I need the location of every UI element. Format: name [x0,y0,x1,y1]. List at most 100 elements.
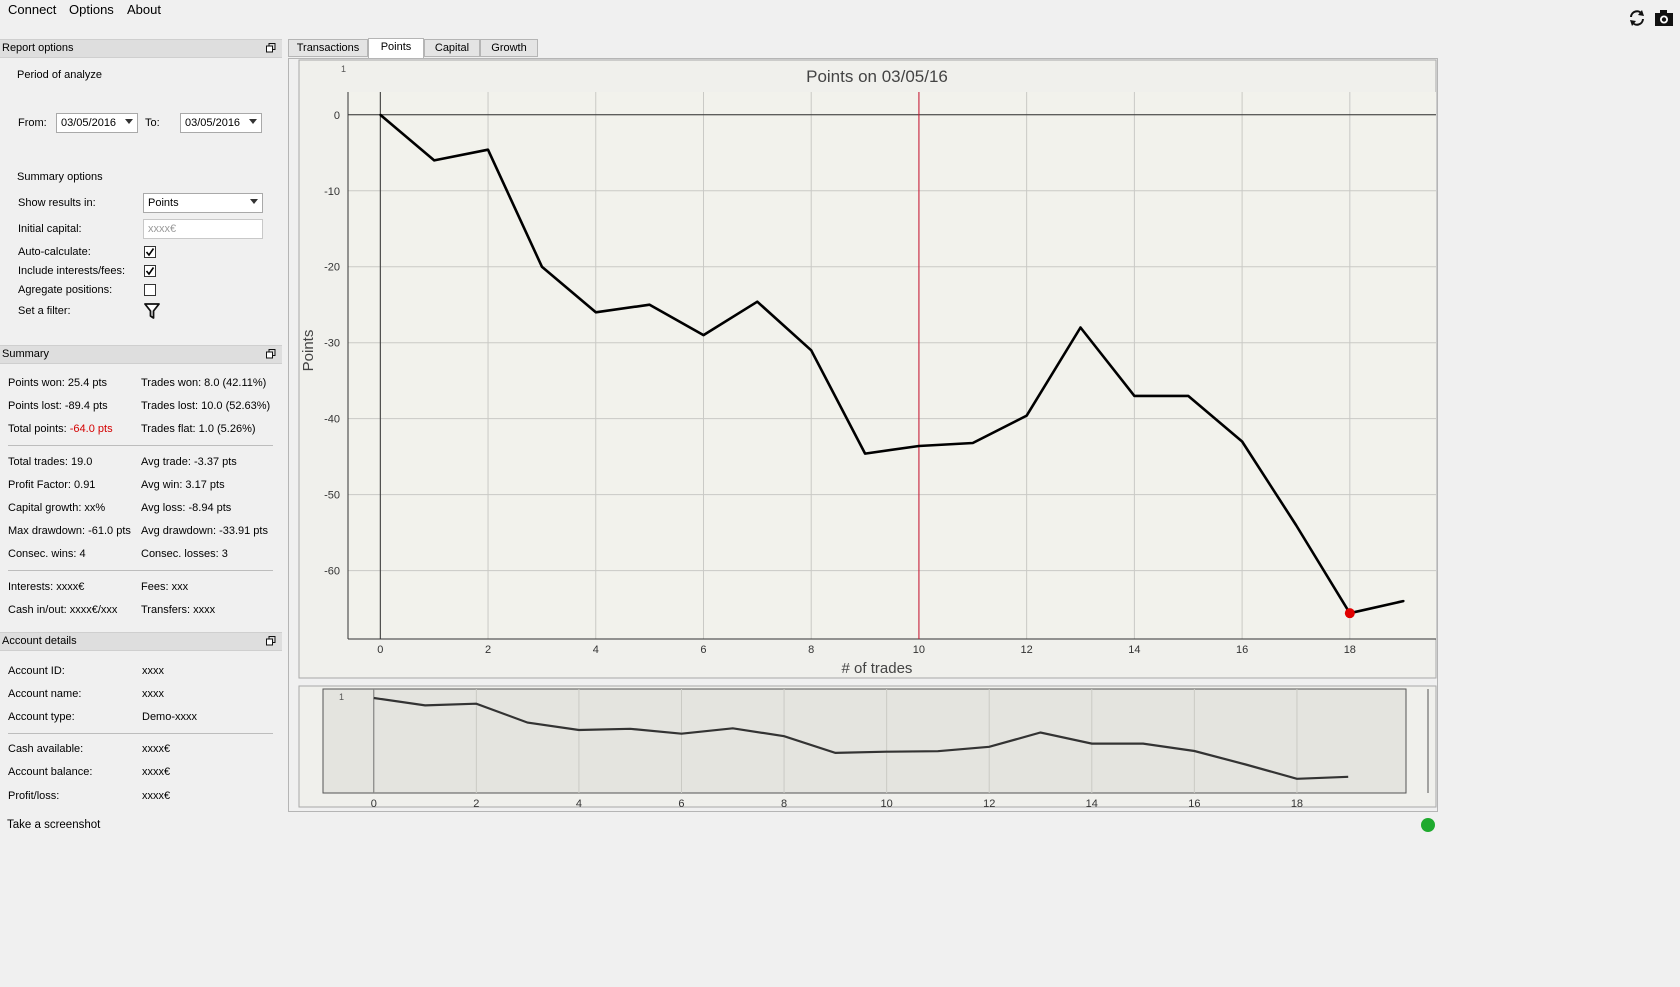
capital-growth: Capital growth: xx% [8,502,106,514]
overview-tick-label: 16 [1188,798,1200,810]
data-point [1402,600,1405,603]
avg-win: Avg win: 3.17 pts [141,479,225,491]
cash-available-label: Cash available: [8,743,84,755]
tab-capital[interactable]: Capital [424,39,480,57]
include-fees-label: Include interests/fees: [18,265,126,277]
account-divider [8,733,273,734]
account-type-label: Account type: [8,711,75,723]
chart-panel: 0 2 4 6 8 10 12 14 16 18 0 -10 -20 -30 -40 -50 -60 Points… [288,58,1438,812]
menu-connect[interactable]: Connect [8,2,56,17]
overview-tick-label: 2 [473,798,479,810]
data-point [540,265,543,268]
summary-divider [8,445,273,446]
from-date-field[interactable]: 03/05/2016 [56,113,138,133]
refresh-icon[interactable] [1627,8,1647,28]
account-details-title-bar: Account details [0,632,282,651]
overview-tick-label: 12 [983,798,995,810]
cash-inout: Cash in/out: xxxx€/xxx [8,604,118,616]
points-won: Points won: 25.4 pts [8,377,108,389]
data-point [648,303,651,306]
show-results-label: Show results in: [18,197,96,209]
total-points-value: -64.0 pts [69,423,113,435]
summary-title: Summary [2,348,50,360]
trades-won: Trades won: 8.0 (42.11%) [141,377,267,389]
account-name-value: xxxx [142,688,164,700]
interests: Interests: xxxx€ [8,581,85,593]
trades-lost: Trades lost: 10.0 (52.63%) [141,400,271,412]
profit-loss-value: xxxx€ [142,790,171,802]
from-date-value: 03/05/2016 [61,117,117,129]
include-fees-checkbox[interactable] [144,265,156,277]
menu-about[interactable]: About [127,2,161,17]
account-balance-value: xxxx€ [142,766,171,778]
y-tick-label: -10 [324,186,340,198]
x-tick-label: 6 [700,644,706,656]
x-tick-label: 4 [593,644,599,656]
plot-area [348,92,1436,639]
x-tick-label: 8 [808,644,814,656]
aggregate-label: Agregate positions: [18,284,113,296]
x-tick-label: 10 [913,644,925,656]
overview-tick-label: 8 [781,798,787,810]
to-date-field[interactable]: 03/05/2016 [180,113,262,133]
initial-capital-label: Initial capital: [18,223,82,235]
tab-growth[interactable]: Growth [480,39,538,57]
data-point [1241,440,1244,443]
filter-label: Set a filter: [18,305,71,317]
overview-tick-label: 10 [881,798,893,810]
consec-wins: Consec. wins: 4 [8,548,86,560]
fees: Fees: xxx [141,581,189,593]
y-tick-label: -60 [324,566,340,578]
checkmark-icon [145,248,155,257]
total-points-label: Total points: [8,423,70,435]
summary-title-bar: Summary [0,345,282,364]
y-tick-label: -20 [324,262,340,274]
data-point [433,159,436,162]
tab-points[interactable]: Points [368,38,424,58]
total-trades: Total trades: 19.0 [8,456,93,468]
menu-bar: Connect Options About [0,0,1680,22]
data-point [1079,326,1082,329]
data-point [756,300,759,303]
max-drawdown: Max drawdown: -61.0 pts [8,525,131,537]
overview-tick-label: 0 [371,798,377,810]
chevron-down-icon [125,119,133,124]
status-indicator [1421,818,1435,832]
chevron-down-icon [249,119,257,124]
show-results-value: Points [148,197,179,209]
data-point [1025,414,1028,417]
points-chart[interactable]: 0 2 4 6 8 10 12 14 16 180-10-20-30-40-50-60Points… [289,59,1439,813]
avg-loss: Avg loss: -8.94 pts [141,502,232,514]
float-panel-icon[interactable] [266,349,276,359]
y-tick-label: -50 [324,490,340,502]
profit-loss-label: Profit/loss: [8,790,60,802]
data-point [864,452,867,455]
report-options-title-bar: Report options [0,39,282,58]
account-type-value: Demo-xxxx [142,711,198,723]
take-screenshot-link[interactable]: Take a screenshot [7,819,100,831]
auto-calc-label: Auto-calculate: [18,246,91,258]
account-details-title: Account details [2,635,77,647]
x-axis-title: # of trades [842,660,913,677]
initial-capital-input[interactable]: xxxx€ [143,219,263,239]
x-tick-label: 0 [377,644,383,656]
data-point [702,334,705,337]
aggregate-checkbox[interactable] [144,284,156,296]
points-lost: Points lost: -89.4 pts [8,400,108,412]
report-options-title: Report options [2,42,74,54]
from-label: From: [18,117,47,129]
float-panel-icon[interactable] [266,43,276,53]
highlighted-point [1344,608,1355,619]
x-tick-label: 14 [1128,644,1140,656]
menu-options[interactable]: Options [69,2,114,17]
show-results-select[interactable]: Points [143,193,263,213]
float-panel-icon[interactable] [266,636,276,646]
account-id-value: xxxx [142,665,164,677]
camera-icon[interactable] [1654,8,1674,28]
data-point [1187,394,1190,397]
y-tick-label: 0 [334,110,340,122]
tab-transactions[interactable]: Transactions [288,39,368,57]
auto-calc-checkbox[interactable] [144,246,156,258]
overview-tick-label: 4 [576,798,582,810]
filter-icon[interactable] [144,303,160,319]
